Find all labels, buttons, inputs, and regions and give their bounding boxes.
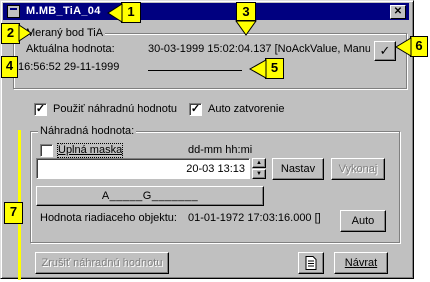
callout-2: 2 [1,23,20,44]
object-value-text: 01-01-1972 17:03:16.000 [] [188,212,321,224]
format-hint: dd-mm hh:mi [188,144,253,156]
timestamp-text: 16:56:52 29-11-1999 [18,61,120,73]
object-value-label: Hodnota riadiaceho objektu: [40,212,177,224]
callout-1-arrow [107,3,123,23]
execute-button[interactable]: Vykonaj [331,158,385,180]
close-button[interactable]: ✕ [390,5,406,19]
substitute-value-group-label: Náhradná hodnota: [38,125,137,137]
spin-down-button[interactable]: ▼ [252,169,266,179]
full-mask-label: Úplná maska [56,143,124,158]
auto-close-label: Auto zatvorenie [208,103,285,115]
callout-5: 5 [265,58,284,79]
spin-up-button[interactable]: ▲ [252,158,266,168]
acknowledge-button[interactable]: ✓ [374,41,396,61]
current-value-label: Aktuálna hodnota: [26,43,115,55]
substitute-value-input[interactable]: 20-03 13:13 [36,158,250,179]
callout-6-arrow [395,37,412,57]
callout-4: 4 [1,56,18,78]
full-mask-checkbox[interactable] [40,144,53,157]
set-button[interactable]: Nastav [272,158,324,180]
callout-1: 1 [121,2,141,23]
auto-close-checkbox[interactable]: ✓ [189,103,202,116]
window-icon[interactable] [7,5,20,18]
use-substitute-label: Použiť náhradnú hodnotu [53,103,178,115]
callout-6: 6 [410,36,428,57]
document-icon [305,256,317,270]
state-mask-button[interactable]: A_____G_______ [36,186,264,206]
current-value-text: 30-03-1999 15:02:04.137 [NoAckValue, Man… [148,43,370,55]
auto-button[interactable]: Auto [340,210,386,232]
callout-3: 3 [236,2,256,21]
empty-value-line [148,70,242,71]
use-substitute-checkbox[interactable]: ✓ [34,103,47,116]
value-spinner[interactable]: ▲ ▼ [252,158,266,179]
measured-point-group-label: Meraný bod TiA [24,27,106,39]
callout-5-arrow [248,59,267,79]
print-button[interactable] [298,252,324,274]
callout-7: 7 [4,202,23,224]
callout-2-arrow [18,24,32,42]
window-title: M.MB_TiA_04 [26,5,101,17]
cancel-substitute-button[interactable]: Zrušiť náhradnú hodnotu [35,252,169,274]
callout-3-arrow [235,20,257,36]
return-button[interactable]: Návrat [334,252,388,274]
return-button-label: Návrat [344,257,378,269]
